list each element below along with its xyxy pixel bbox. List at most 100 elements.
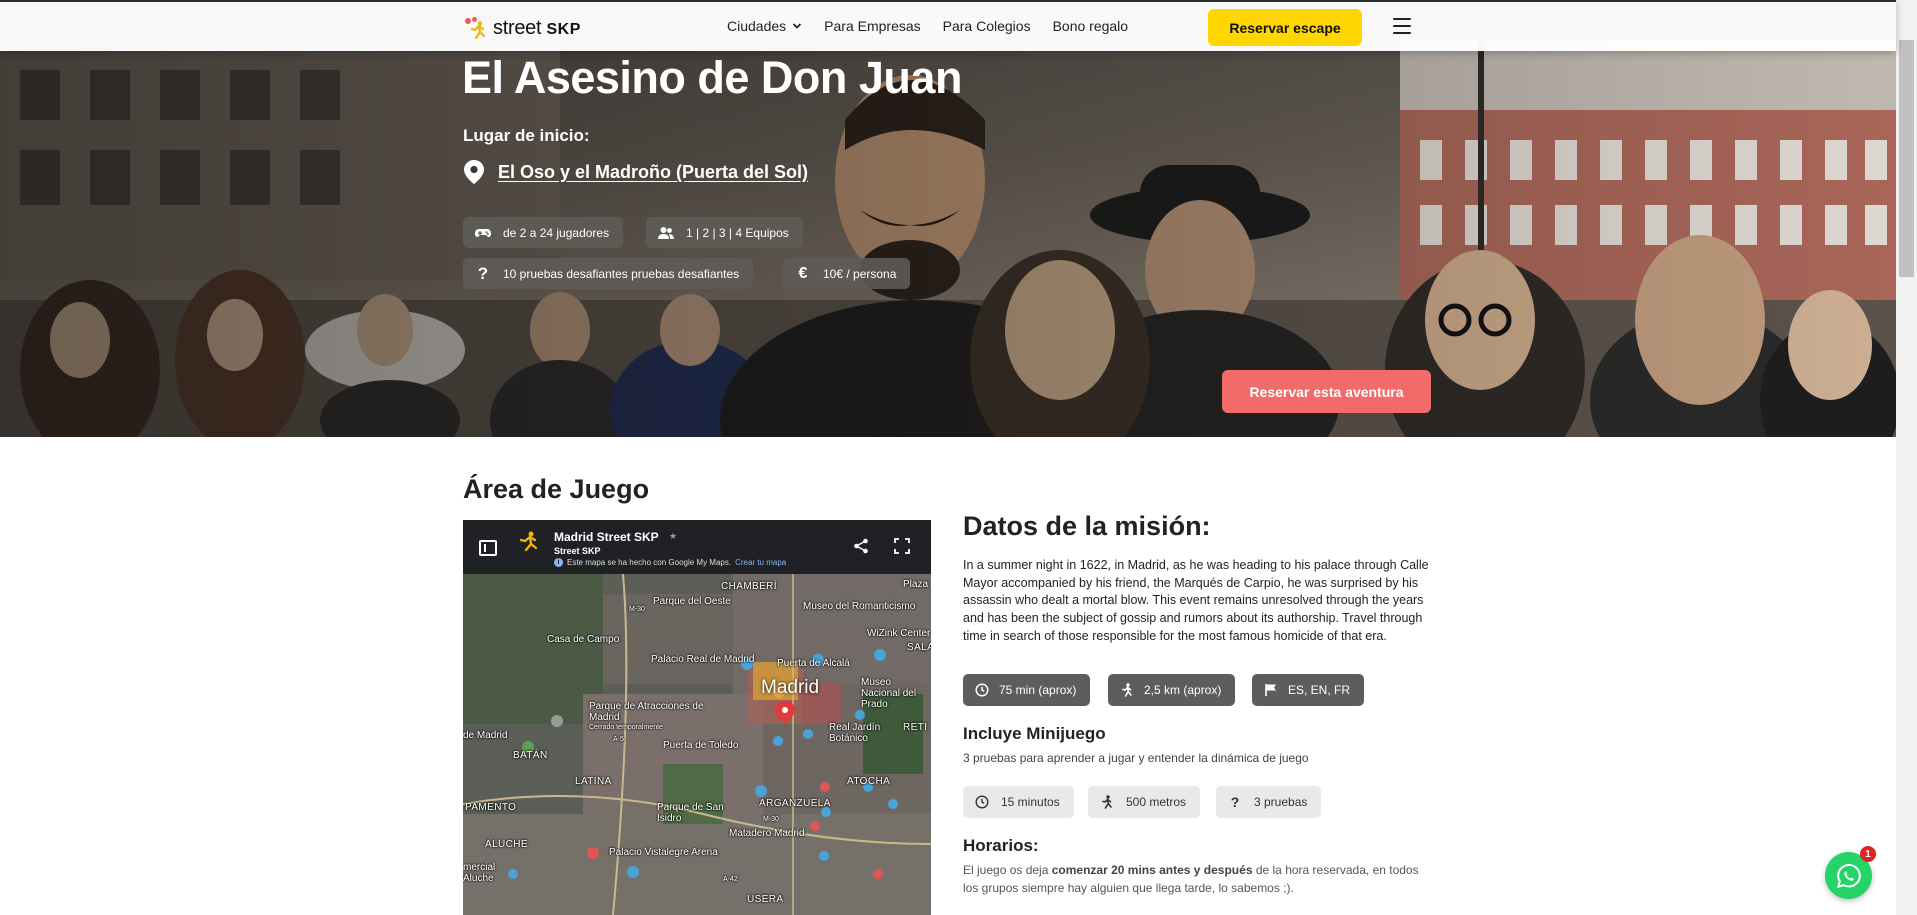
map-satellite-view[interactable]: CHAMBERÍ Museo del Romanticismo Plaza Pa…: [463, 573, 931, 915]
map-label: USERA: [747, 894, 784, 905]
nav-item-colegios[interactable]: Para Colegios: [943, 18, 1031, 34]
nav-item-empresas[interactable]: Para Empresas: [824, 18, 920, 34]
map-label: A-42: [723, 876, 738, 883]
badge-distance: 2,5 km (aprox): [1108, 674, 1236, 706]
map-label: Museo del Romanticismo: [803, 601, 916, 612]
minigame-title: Incluye Minijuego: [963, 724, 1106, 743]
minigame-duration-label: 15 minutos: [1001, 795, 1060, 809]
map-label: Plaza: [903, 579, 929, 590]
map-label: Palacio Real de Madrid: [651, 654, 755, 665]
map-label: mercial Aluche: [463, 862, 496, 884]
hero-banner: El Asesino de Don Juan Lugar de inicio: …: [0, 0, 1896, 437]
minigame-description: 3 pruebas para aprender a jugar y entend…: [963, 751, 1309, 765]
minigame-challenges-label: 3 pruebas: [1254, 795, 1308, 809]
top-navbar: street SKP Ciudades Para Empresas Para C…: [0, 0, 1896, 51]
map-label: Puerta de Toledo: [663, 740, 739, 751]
minigame-duration: 15 minutos: [963, 786, 1074, 818]
chip-teams-label: 1 | 2 | 3 | 4 Equipos: [686, 225, 789, 240]
map-title[interactable]: Madrid Street SKP: [554, 530, 659, 544]
chip-price-label: 10€ / persona: [823, 266, 897, 281]
embedded-map[interactable]: CHAMBERÍ Museo del Romanticismo Plaza Pa…: [463, 520, 931, 915]
notification-badge: 1: [1860, 846, 1876, 862]
map-label: Parque de San Isidro: [657, 802, 724, 824]
map-label: LATINA: [575, 776, 612, 787]
walking-icon: [1102, 795, 1112, 809]
badge-distance-label: 2,5 km (aprox): [1144, 683, 1222, 697]
nav-links: Ciudades Para Empresas Para Colegios Bon…: [727, 18, 1128, 34]
flag-icon: [1265, 684, 1276, 696]
start-location: El Oso y el Madroño (Puerta del Sol): [464, 160, 808, 184]
badge-languages: ES, EN, FR: [1252, 674, 1365, 706]
chip-players: de 2 a 24 jugadores: [463, 217, 624, 248]
euro-icon: €: [798, 264, 808, 282]
book-adventure-button[interactable]: Reservar esta aventura: [1222, 370, 1431, 413]
logo-text: street SKP: [493, 16, 581, 39]
chip-teams: 1 | 2 | 3 | 4 Equipos: [646, 217, 803, 248]
game-area-title: Área de Juego: [463, 474, 650, 504]
users-icon: [658, 226, 674, 239]
chip-price: € 10€ / persona: [783, 258, 911, 289]
map-label: Palacio Vistalegre Arena: [609, 847, 718, 858]
walking-icon: [1122, 683, 1132, 697]
clock-icon: [975, 795, 989, 809]
gamepad-icon: [475, 228, 491, 237]
map-pin-icon: [464, 160, 484, 184]
question-icon: ?: [1230, 794, 1240, 810]
map-label: Real Jardín Botánico: [829, 722, 881, 744]
map-note-text: Este mapa se ha hecho con Google My Maps…: [567, 558, 732, 567]
map-label: Parque de Atracciones de Madrid: [589, 701, 704, 723]
nav-item-label: Ciudades: [727, 18, 787, 34]
map-label: ALUCHE: [485, 839, 528, 850]
map-label: A-5: [613, 736, 624, 743]
start-location-link[interactable]: El Oso y el Madroño (Puerta del Sol): [498, 162, 808, 183]
question-icon: ?: [477, 263, 489, 283]
map-label: Madrid: [761, 677, 820, 698]
reserve-escape-button[interactable]: Reservar escape: [1208, 9, 1362, 46]
map-logo-icon: [519, 531, 538, 552]
map-label: Museo Nacional del Prado: [861, 677, 917, 710]
schedule-title: Horarios:: [963, 836, 1039, 855]
map-label: de Madrid: [463, 730, 508, 741]
nav-item-bono-regalo[interactable]: Bono regalo: [1053, 18, 1129, 34]
chip-challenges-label: 10 pruebas desafiantes pruebas desafiant…: [503, 266, 740, 281]
sidebar-toggle-icon[interactable]: [479, 540, 497, 556]
clock-icon: [975, 683, 989, 697]
create-map-link[interactable]: Crear tu mapa: [735, 558, 786, 567]
whatsapp-icon: [1836, 863, 1861, 888]
map-label: Matadero Madrid: [729, 828, 805, 839]
map-header: Madrid Street SKP ★ Street SKP i Este ma…: [463, 520, 931, 574]
mission-title: Datos de la misión:: [963, 511, 1211, 541]
minigame-distance-label: 500 metros: [1126, 795, 1187, 809]
map-note: i Este mapa se ha hecho con Google My Ma…: [554, 558, 786, 567]
info-icon: i: [554, 558, 563, 567]
map-label: SALA: [907, 642, 931, 653]
map-label: M-30: [763, 816, 779, 823]
map-label: M-30: [629, 606, 645, 613]
map-label: RETI: [903, 722, 928, 733]
map-label: ARGANZUELA: [759, 798, 831, 809]
map-label: PAMENTO: [465, 802, 517, 813]
start-label: Lugar de inicio:: [463, 126, 590, 145]
minigame-challenges: ? 3 pruebas: [1216, 786, 1322, 818]
map-label: Puerta de Alcalá: [777, 658, 850, 669]
logo[interactable]: street SKP: [463, 14, 581, 42]
fullscreen-icon[interactable]: [894, 538, 910, 554]
map-label: Casa de Campo: [547, 634, 620, 645]
star-icon[interactable]: ★: [669, 531, 677, 542]
scrollbar-thumb[interactable]: [1899, 40, 1914, 277]
hamburger-icon[interactable]: [1393, 18, 1411, 34]
page-title: El Asesino de Don Juan: [462, 52, 962, 103]
badge-languages-label: ES, EN, FR: [1288, 683, 1351, 697]
logo-icon: [463, 15, 489, 41]
map-label: Cerrado temporalmente: [589, 724, 663, 731]
chip-challenges: ? 10 pruebas desafiantes pruebas desafia…: [463, 258, 754, 289]
chevron-down-icon: [793, 23, 802, 29]
share-icon[interactable]: [853, 538, 869, 554]
mission-description: In a summer night in 1622, in Madrid, as…: [963, 558, 1429, 643]
map-label: BATÁN: [513, 750, 548, 761]
schedule-text: El juego os deja comenzar 20 mins antes …: [963, 863, 1419, 895]
minigame-distance: 500 metros: [1088, 786, 1201, 818]
nav-item-ciudades[interactable]: Ciudades: [727, 18, 802, 34]
map-label: WiZink Center: [867, 628, 931, 639]
map-label: CHAMBERÍ: [721, 581, 777, 592]
